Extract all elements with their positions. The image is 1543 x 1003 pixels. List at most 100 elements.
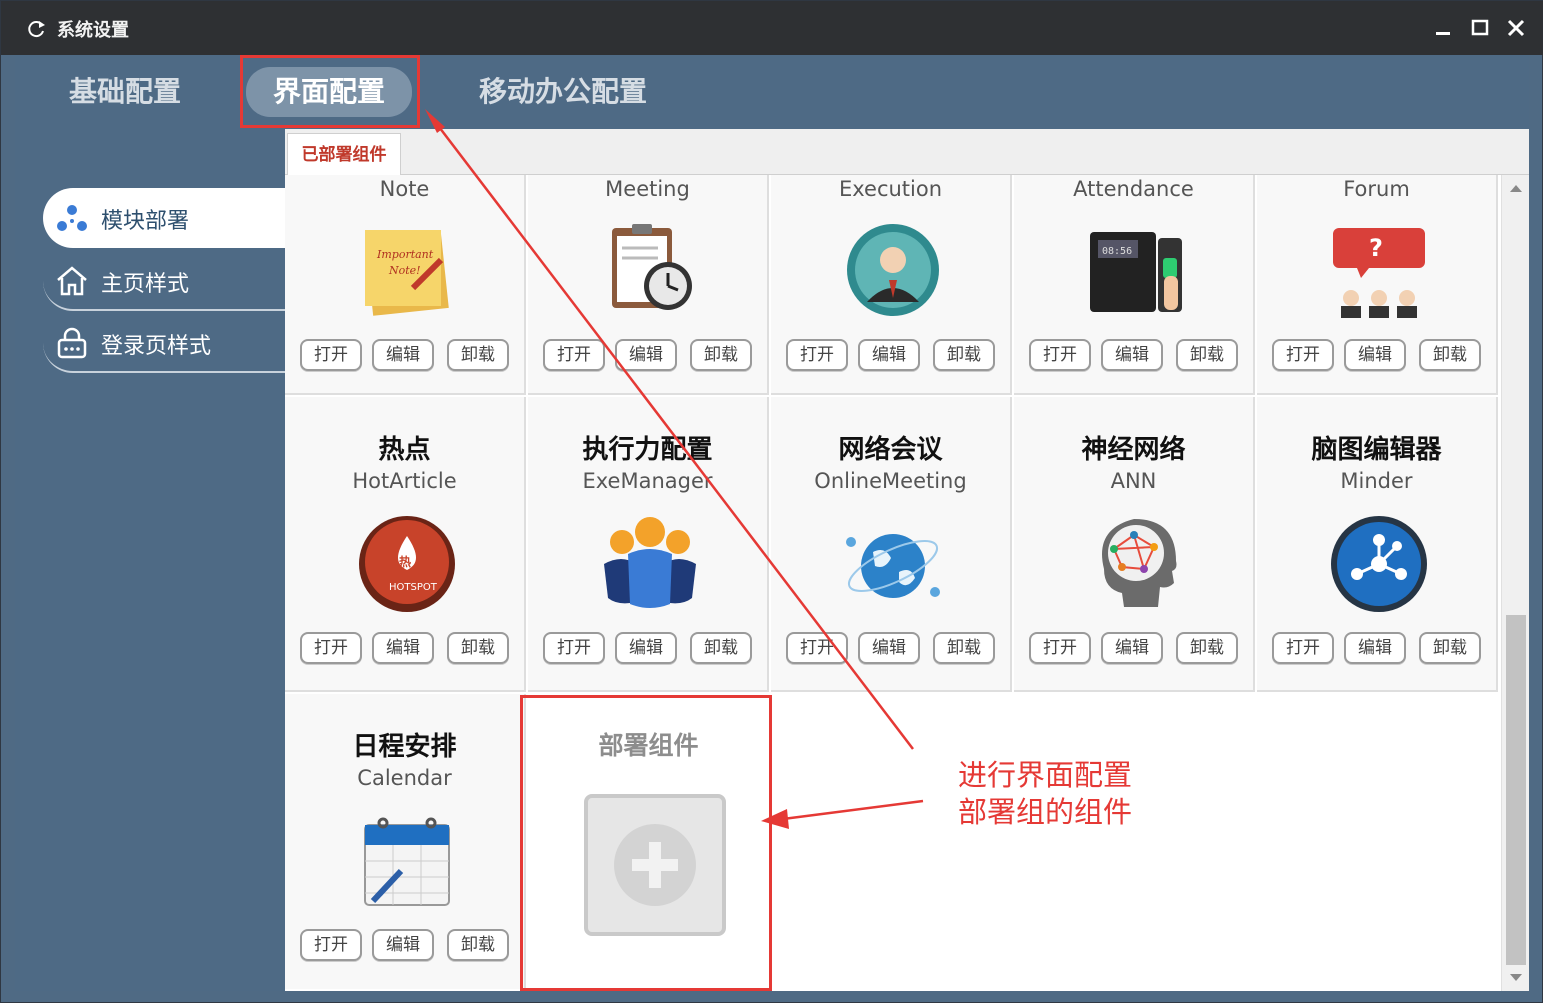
sidebar-item-home-style[interactable]: 主页样式 — [43, 251, 285, 311]
component-card-calendar: 日程安排 Calendar 打开 编辑 卸载 — [285, 694, 526, 989]
refresh-app-icon — [28, 21, 45, 38]
window-title: 系统设置 — [57, 20, 129, 41]
edit-button[interactable]: 编辑 — [615, 339, 677, 371]
settings-window: 系统设置 基础配置 界面配置 移动办公配置 模块部署 主页样式 登录页样式 已部… — [0, 0, 1543, 1003]
component-name-en: Calendar — [357, 766, 452, 790]
uninstall-button[interactable]: 卸载 — [1419, 632, 1481, 664]
minimize-icon[interactable] — [1431, 15, 1457, 41]
edit-button[interactable]: 编辑 — [858, 632, 920, 664]
edit-button[interactable]: 编辑 — [1344, 339, 1406, 371]
highlight-deploy-tile — [520, 695, 772, 991]
edit-button[interactable]: 编辑 — [372, 929, 434, 961]
vertical-scrollbar[interactable] — [1501, 175, 1529, 991]
sidebar-item-label: 模块部署 — [101, 209, 190, 234]
component-name-en: Minder — [1340, 469, 1413, 493]
edit-button[interactable]: 编辑 — [1344, 632, 1406, 664]
open-button[interactable]: 打开 — [300, 339, 362, 371]
content-panel: 已部署组件 Note Important Note! 打开 编辑 卸载 Meet… — [285, 129, 1529, 991]
clipboard-clock-icon — [612, 224, 692, 310]
sidebar: 模块部署 主页样式 登录页样式 — [15, 129, 285, 991]
sidebar-item-login-style[interactable]: 登录页样式 — [43, 313, 285, 373]
component-card-hotarticle: 热点 HotArticle 热 HOTSPOT 打开 编辑 卸载 — [285, 397, 526, 692]
component-card-exemanager: 执行力配置 ExeManager 打开 编辑 卸载 — [528, 397, 769, 692]
uninstall-button[interactable]: 卸载 — [690, 339, 752, 371]
uninstall-button[interactable]: 卸载 — [447, 339, 509, 371]
mindmap-icon — [1331, 516, 1427, 612]
component-card-ann: 神经网络 ANN 打开 编辑 卸载 — [1014, 397, 1255, 692]
component-name-en: ANN — [1110, 469, 1157, 493]
open-button[interactable]: 打开 — [543, 339, 605, 371]
open-button[interactable]: 打开 — [1272, 339, 1334, 371]
component-name-cn: 神经网络 — [1081, 435, 1186, 465]
tab-basic-config[interactable]: 基础配置 — [55, 67, 195, 117]
module-deploy-icon — [57, 205, 87, 231]
component-card-execution: Execution 打开 编辑 卸载 — [771, 175, 1012, 395]
component-name-cn: 网络会议 — [838, 435, 943, 465]
open-button[interactable]: 打开 — [300, 929, 362, 961]
open-button[interactable]: 打开 — [1029, 632, 1091, 664]
component-grid: Note Important Note! 打开 编辑 卸载 Meeting 打开… — [285, 175, 1501, 991]
uninstall-button[interactable]: 卸载 — [447, 632, 509, 664]
tab-mobile-office-config[interactable]: 移动办公配置 — [465, 67, 661, 117]
sidebar-item-label: 登录页样式 — [101, 334, 212, 359]
close-icon[interactable] — [1503, 15, 1529, 41]
discussion-icon: ? — [1333, 228, 1425, 318]
component-name-cn: 热点 — [378, 435, 431, 465]
open-button[interactable]: 打开 — [1272, 632, 1334, 664]
maximize-icon[interactable] — [1467, 15, 1493, 41]
title-bar: 系统设置 — [1, 1, 1543, 55]
sub-tab-bar: 已部署组件 — [285, 129, 1529, 175]
fingerprint-device-icon: 08:56 — [1090, 232, 1182, 312]
edit-button[interactable]: 编辑 — [1101, 632, 1163, 664]
component-card-note: Note Important Note! 打开 编辑 卸载 — [285, 175, 526, 395]
scroll-down-icon[interactable] — [1510, 974, 1522, 981]
calendar-icon — [364, 817, 450, 906]
component-name-en: Note — [379, 177, 430, 201]
uninstall-button[interactable]: 卸载 — [1176, 339, 1238, 371]
open-button[interactable]: 打开 — [1029, 339, 1091, 371]
svg-text:HOTSPOT: HOTSPOT — [389, 582, 438, 593]
uninstall-button[interactable]: 卸载 — [1419, 339, 1481, 371]
component-name-en: Meeting — [605, 177, 690, 201]
uninstall-button[interactable]: 卸载 — [447, 929, 509, 961]
open-button[interactable]: 打开 — [300, 632, 362, 664]
sidebar-item-module-deploy[interactable]: 模块部署 — [43, 188, 285, 248]
open-button[interactable]: 打开 — [786, 632, 848, 664]
tab-deployed-components[interactable]: 已部署组件 — [287, 133, 401, 175]
annotation-line-2: 部署组的组件 — [958, 795, 1133, 829]
component-card-forum: Forum ? 打开 编辑 卸载 — [1257, 175, 1498, 395]
open-button[interactable]: 打开 — [543, 632, 605, 664]
component-name-en: OnlineMeeting — [814, 469, 967, 493]
uninstall-button[interactable]: 卸载 — [1176, 632, 1238, 664]
open-button[interactable]: 打开 — [786, 339, 848, 371]
edit-button[interactable]: 编辑 — [858, 339, 920, 371]
edit-button[interactable]: 编辑 — [1101, 339, 1163, 371]
highlight-ui-config-tab — [240, 55, 420, 128]
uninstall-button[interactable]: 卸载 — [933, 339, 995, 371]
edit-button[interactable]: 编辑 — [615, 632, 677, 664]
svg-text:热: 热 — [399, 554, 411, 569]
component-card-attendance: Attendance 08:56 打开 编辑 卸载 — [1014, 175, 1255, 395]
component-name-cn: 执行力配置 — [582, 435, 713, 465]
component-name-en: Attendance — [1073, 177, 1194, 201]
scrollbar-thumb[interactable] — [1506, 615, 1526, 965]
globe-network-icon — [846, 534, 940, 598]
component-name-en: ExeManager — [582, 469, 713, 493]
svg-text:Important: Important — [376, 248, 434, 261]
sticky-note-icon: Important Note! — [365, 230, 449, 316]
brain-icon — [1102, 519, 1177, 607]
uninstall-button[interactable]: 卸载 — [690, 632, 752, 664]
edit-button[interactable]: 编辑 — [372, 339, 434, 371]
team-people-icon — [604, 517, 696, 608]
component-name-cn: 脑图编辑器 — [1311, 435, 1442, 465]
component-name-en: Forum — [1343, 177, 1410, 201]
svg-text:?: ? — [1369, 234, 1383, 262]
component-name-en: Execution — [838, 177, 943, 201]
edit-button[interactable]: 编辑 — [372, 632, 434, 664]
scroll-up-icon[interactable] — [1510, 185, 1522, 192]
uninstall-button[interactable]: 卸载 — [933, 632, 995, 664]
component-card-minder: 脑图编辑器 Minder 打开 编辑 卸载 — [1257, 397, 1498, 692]
component-card-onlinemeeting: 网络会议 OnlineMeeting 打开 编辑 卸载 — [771, 397, 1012, 692]
home-icon — [57, 266, 87, 296]
lock-icon — [57, 327, 87, 359]
